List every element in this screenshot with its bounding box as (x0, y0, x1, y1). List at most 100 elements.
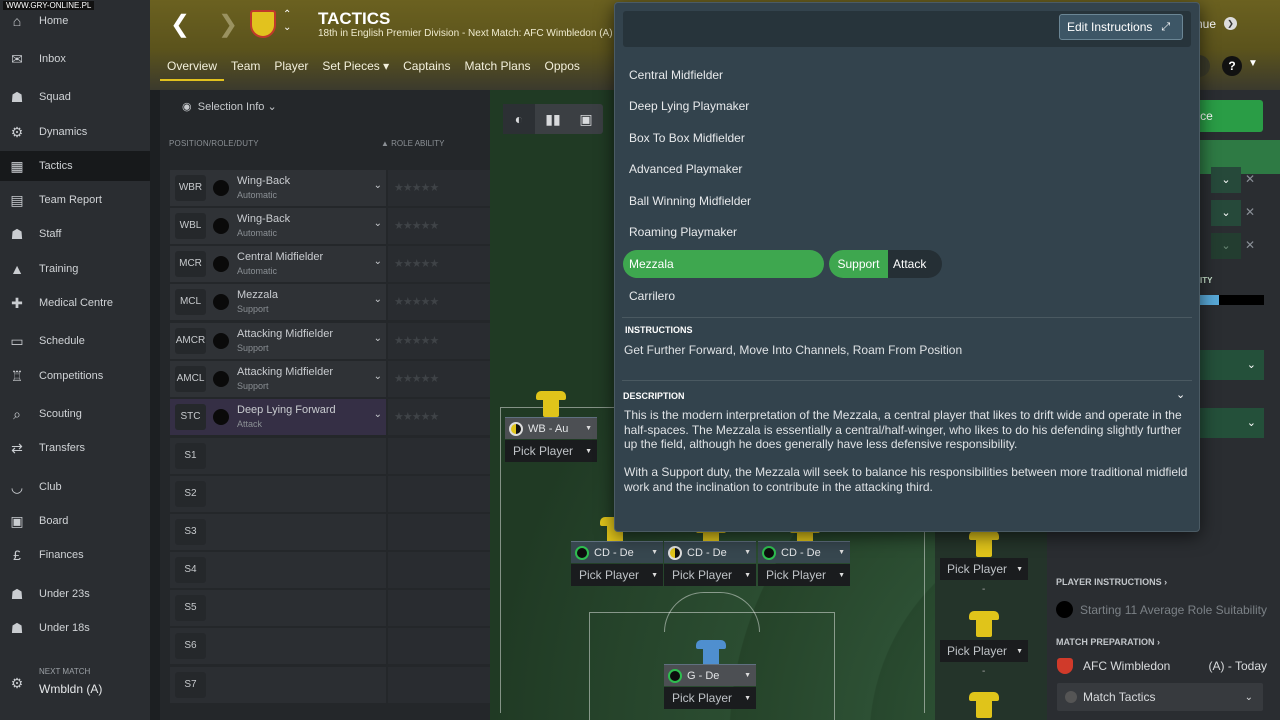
sidebar-item-team-report[interactable]: ▤ Team Report (0, 185, 150, 215)
dropdown-2[interactable]: ⌄ (1211, 200, 1241, 226)
sidebar-item-finances[interactable]: £ Finances (0, 540, 150, 570)
club-switch-icon[interactable]: ⌃ ⌄ (283, 8, 291, 34)
cd-role-select[interactable]: CD - De ▼ (664, 541, 756, 563)
role-option[interactable]: Box To Box Midfielder (629, 131, 745, 145)
role-option[interactable]: Advanced Playmaker (629, 162, 742, 176)
grid-view-icon[interactable]: ▣ (570, 104, 602, 134)
sidebar-item-squad[interactable]: ☗ Squad (0, 82, 150, 112)
right-select-1[interactable]: ⌄ (1200, 350, 1264, 380)
position-slot-row[interactable]: MCL Mezzala Support ⌄ (170, 284, 386, 320)
duty-support-option[interactable]: Support (829, 250, 888, 278)
tab-0[interactable]: Overview (160, 55, 225, 81)
substitute-slot-row[interactable]: S5 (170, 590, 386, 626)
match-preparation-link[interactable]: MATCH PREPARATION › (1056, 637, 1160, 647)
tab-4[interactable]: Captains (396, 55, 457, 81)
sidebar-item-under-18s[interactable]: ☗ Under 18s (0, 613, 150, 643)
tab-3[interactable]: Set Pieces ▾ (315, 55, 396, 81)
wb-slot-card[interactable]: WB - Au ▼ Pick Player ▼ (505, 417, 597, 463)
sidebar-item-home[interactable]: ⌂ Home (0, 6, 150, 36)
help-button[interactable]: ? (1222, 56, 1242, 76)
position-slot-row[interactable]: AMCL Attacking Midfielder Support ⌄ (170, 361, 386, 397)
role-option[interactable]: Roaming Playmaker (629, 225, 737, 239)
chevron-down-icon[interactable]: ⌄ (374, 371, 382, 382)
sidebar-item-club[interactable]: ◡ Club (0, 472, 150, 502)
sidebar-item-under-23s[interactable]: ☗ Under 23s (0, 579, 150, 609)
chevron-down-icon[interactable]: ⌄ (374, 409, 382, 420)
sidebar-item-inbox[interactable]: ✉ Inbox (0, 44, 150, 74)
dropdown-3[interactable]: ⌄ (1211, 233, 1241, 259)
cd-role-select[interactable]: CD - De ▼ (758, 541, 850, 563)
position-slot-row[interactable]: MCR Central Midfielder Automatic ⌄ (170, 246, 386, 282)
substitute-slot-row[interactable]: S7 (170, 667, 386, 703)
substitute-slot-row[interactable]: S2 (170, 476, 386, 512)
chevron-down-icon[interactable]: ⌄ (374, 294, 382, 305)
close-icon[interactable]: ✕ (1245, 238, 1255, 252)
cd-slot-card[interactable]: CD - De ▼ Pick Player ▼ (571, 541, 663, 587)
chevron-down-icon[interactable]: ⌄ (374, 180, 382, 191)
close-icon[interactable]: ✕ (1245, 205, 1255, 219)
tab-2[interactable]: Player (267, 55, 315, 81)
role-option[interactable]: Ball Winning Midfielder (629, 194, 751, 208)
bench-pick-player-2[interactable]: Pick Player ▼ (940, 640, 1028, 662)
selection-info-toggle[interactable]: ◉ Selection Info ⌄ (182, 100, 277, 113)
close-icon[interactable]: ✕ (1245, 172, 1255, 186)
cd-pick-player[interactable]: Pick Player ▼ (664, 564, 756, 586)
position-slot-row[interactable]: AMCR Attacking Midfielder Support ⌄ (170, 323, 386, 359)
bench-pick-player-1[interactable]: Pick Player ▼ (940, 558, 1028, 580)
sidebar-item-training[interactable]: ▲ Training (0, 254, 150, 284)
gk-slot-card[interactable]: G - De ▼ Pick Player ▼ (664, 664, 756, 710)
sidebar-item-tactics[interactable]: ▦ Tactics (0, 151, 150, 181)
position-slot-row[interactable]: WBL Wing-Back Automatic ⌄ (170, 208, 386, 244)
sidebar-item-schedule[interactable]: ▭ Schedule (0, 326, 150, 356)
bar-chart-icon[interactable]: ▮▮ (537, 104, 569, 134)
position-slot-row[interactable]: STC Deep Lying Forward Attack ⌄ (170, 399, 386, 435)
wb-role-select[interactable]: WB - Au ▼ (505, 417, 597, 439)
back-arrow-icon[interactable]: ❮ (170, 10, 190, 39)
substitute-slot-row[interactable]: S1 (170, 438, 386, 474)
edit-instructions-button[interactable]: Edit Instructions ⤢ (1059, 14, 1183, 40)
role-option-selected[interactable]: Mezzala (623, 250, 824, 278)
duty-attack-option[interactable]: Attack (888, 250, 942, 278)
sidebar-item-staff[interactable]: ☗ Staff (0, 219, 150, 249)
sidebar-item-transfers[interactable]: ⇄ Transfers (0, 433, 150, 463)
sidebar-item-medical-centre[interactable]: ✚ Medical Centre (0, 288, 150, 318)
help-dropdown-icon[interactable]: ▼ (1248, 58, 1258, 69)
role-option[interactable]: Deep Lying Playmaker (629, 99, 749, 113)
tab-5[interactable]: Match Plans (457, 55, 537, 81)
gk-pick-player[interactable]: Pick Player ▼ (664, 687, 756, 709)
cd-slot-card[interactable]: CD - De ▼ Pick Player ▼ (758, 541, 850, 587)
sidebar-item-scouting[interactable]: ⌕ Scouting (0, 399, 150, 429)
substitute-slot-row[interactable]: S3 (170, 514, 386, 550)
tab-6[interactable]: Oppos (538, 55, 587, 81)
sidebar-item-board[interactable]: ▣ Board (0, 506, 150, 536)
role-option[interactable]: Carrilero (629, 289, 675, 303)
chevron-down-icon[interactable]: ⌄ (1176, 388, 1185, 401)
match-tactics-select[interactable]: Match Tactics ⌄ (1057, 683, 1263, 711)
role-option[interactable]: Central Midfielder (629, 68, 723, 82)
position-role-duty-header[interactable]: POSITION/ROLE/DUTY (169, 139, 259, 148)
position-slot-row[interactable]: WBR Wing-Back Automatic ⌄ (170, 170, 386, 206)
continue-arrow-icon[interactable]: ❯ (1224, 17, 1237, 30)
next-opponent-row[interactable]: AFC Wimbledon (A) - Today (1057, 656, 1267, 676)
forward-arrow-icon[interactable]: ❯ (218, 10, 238, 39)
chevron-down-icon[interactable]: ⌄ (374, 333, 382, 344)
substitute-slot-row[interactable]: S6 (170, 628, 386, 664)
right-select-2[interactable]: ⌄ (1200, 408, 1264, 438)
gk-role-select[interactable]: G - De ▼ (664, 664, 756, 686)
substitute-slot-row[interactable]: S4 (170, 552, 386, 588)
wb-pick-player[interactable]: Pick Player ▼ (505, 440, 597, 462)
contrast-view-icon[interactable]: ◐ (503, 104, 535, 134)
cd-role-select[interactable]: CD - De ▼ (571, 541, 663, 563)
cd-pick-player[interactable]: Pick Player ▼ (758, 564, 850, 586)
chevron-down-icon[interactable]: ⌄ (374, 256, 382, 267)
chevron-down-icon[interactable]: ⌄ (374, 218, 382, 229)
sidebar-item-competitions[interactable]: ♖ Competitions (0, 361, 150, 391)
role-ability-header[interactable]: ▲ ROLE ABILITY (381, 139, 445, 148)
tab-1[interactable]: Team (224, 55, 267, 81)
cd-pick-player[interactable]: Pick Player ▼ (571, 564, 663, 586)
player-instructions-link[interactable]: PLAYER INSTRUCTIONS › (1056, 577, 1167, 587)
dropdown-1[interactable]: ⌄ (1211, 167, 1241, 193)
cd-slot-card[interactable]: CD - De ▼ Pick Player ▼ (664, 541, 756, 587)
sidebar-item-dynamics[interactable]: ⚙ Dynamics (0, 117, 150, 147)
next-match[interactable]: ⚙ NEXT MATCH Wmbldn (A) (0, 660, 150, 710)
